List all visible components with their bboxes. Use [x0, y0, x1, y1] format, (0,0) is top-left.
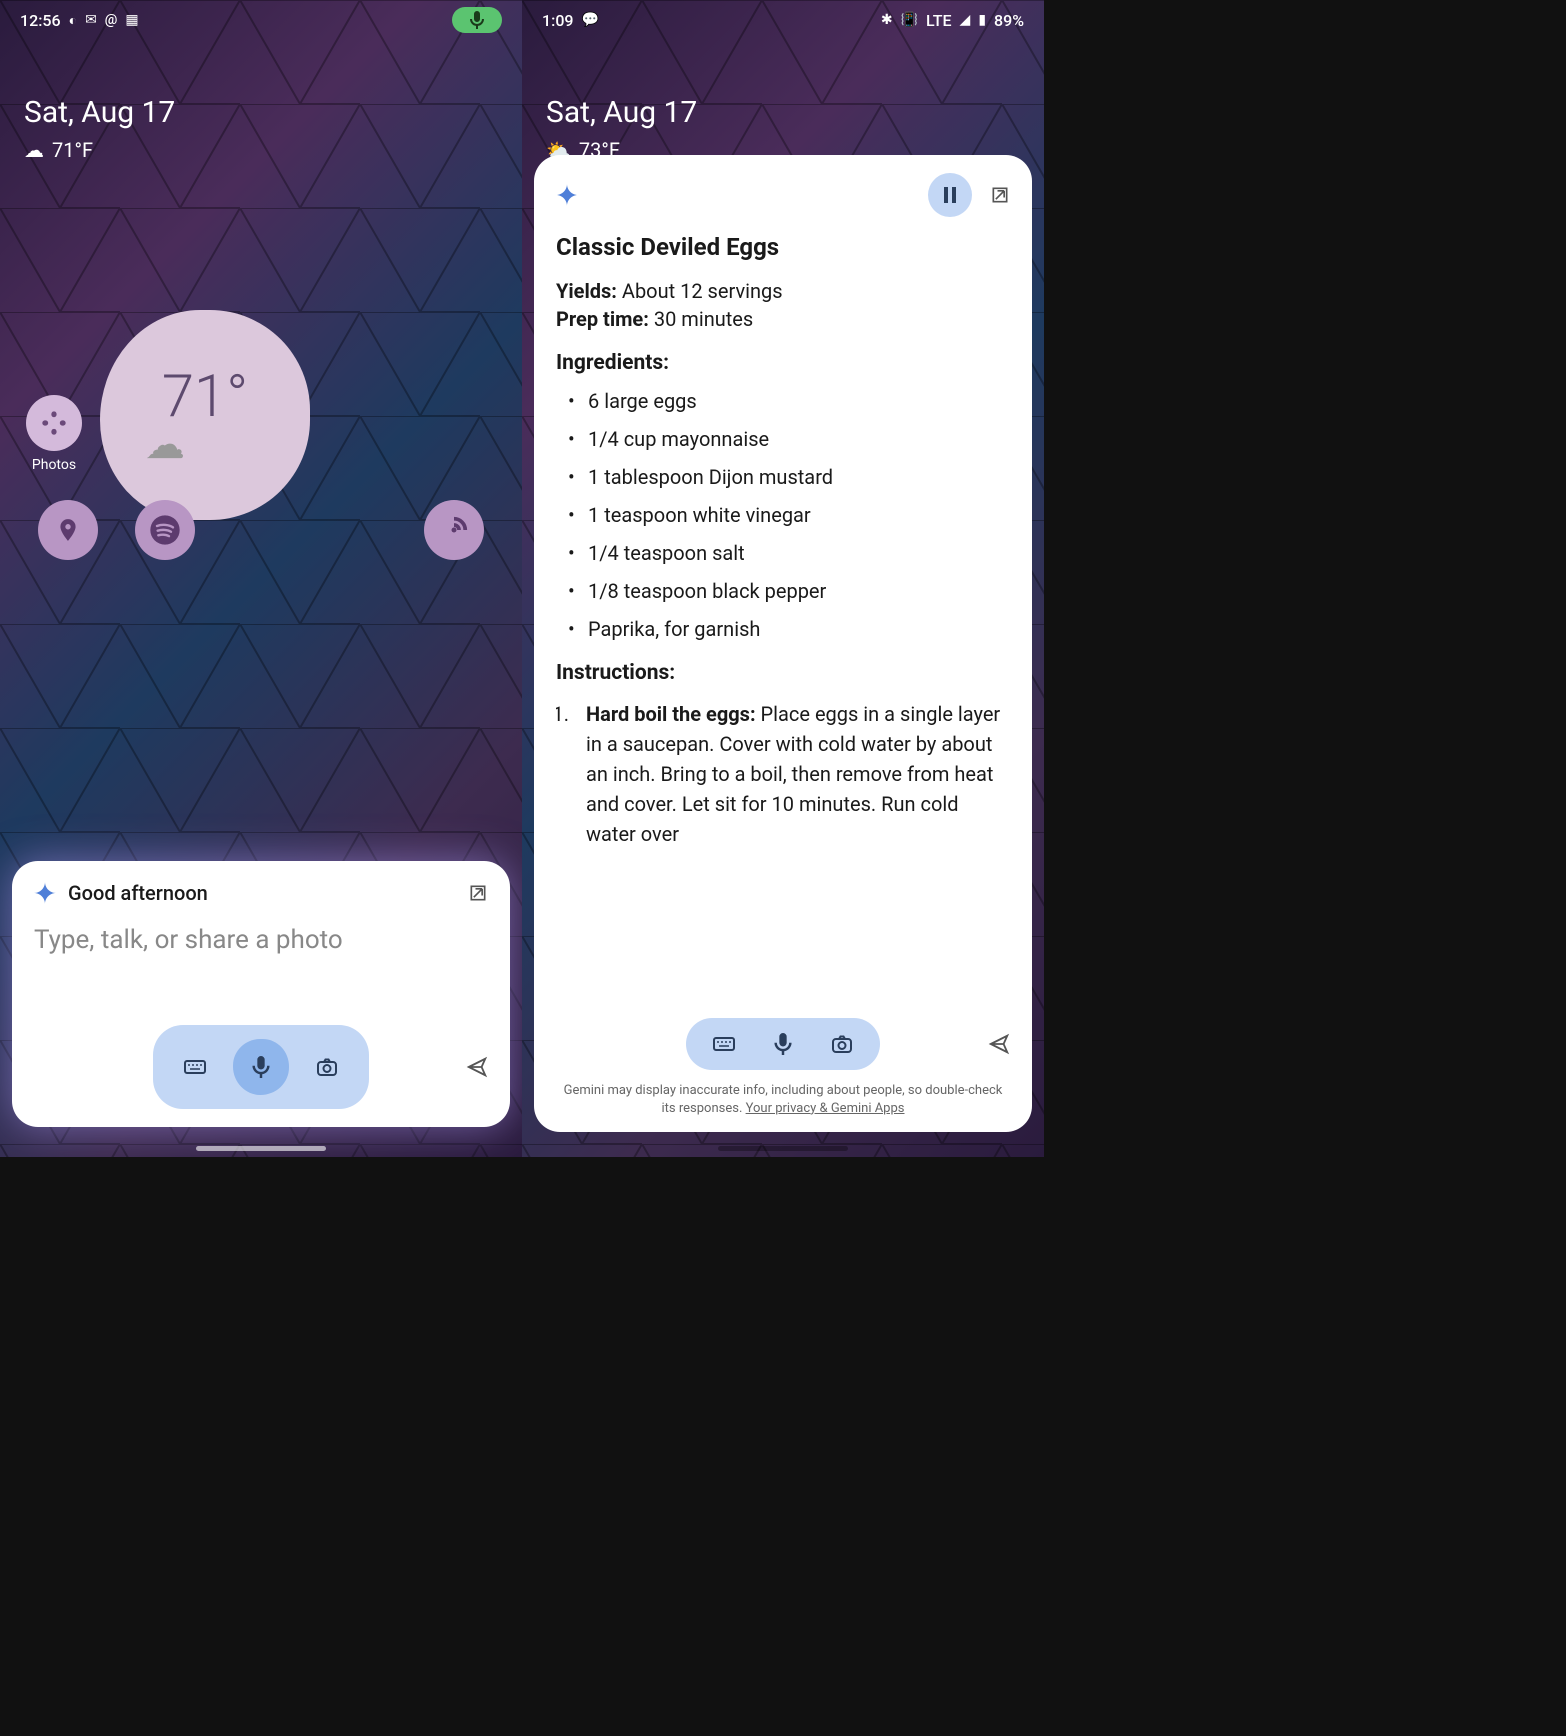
- mic-active-pill[interactable]: [452, 7, 502, 33]
- voice-input-button[interactable]: [233, 1039, 289, 1095]
- ingredient-item: Paprika, for garnish: [568, 617, 1010, 641]
- ingredient-item: 1 teaspoon white vinegar: [568, 503, 1010, 527]
- ingredients-heading: Ingredients:: [556, 351, 1010, 375]
- bluetooth-icon: ✱: [881, 12, 893, 28]
- spotify-app-icon[interactable]: [135, 500, 195, 560]
- keyboard-icon[interactable]: [712, 1032, 736, 1056]
- open-external-icon[interactable]: [990, 185, 1010, 205]
- gemini-spark-icon: [34, 882, 56, 904]
- instruction-step: Hard boil the eggs: Place eggs in a sing…: [574, 699, 1010, 849]
- date: Sat, Aug 17: [24, 95, 175, 130]
- radial-icon: [439, 515, 469, 545]
- pause-icon: [943, 187, 957, 203]
- response-header: [556, 173, 1010, 217]
- ingredient-list: 6 large eggs 1/4 cup mayonnaise 1 tables…: [556, 389, 1010, 641]
- instructions-heading: Instructions:: [556, 661, 1010, 685]
- status-right: ✱ 📳 LTE ◢ ▮ 89%: [881, 11, 1024, 30]
- news-icon: ▦: [125, 12, 138, 28]
- screen-home: 12:56 ◐ ✉ @ ▦ Sat, Aug 17 ☁ 71°F Photos …: [0, 0, 522, 1157]
- cloud-icon: ☁: [145, 421, 185, 468]
- instruction-list: Hard boil the eggs: Place eggs in a sing…: [556, 699, 1010, 849]
- vibrate-icon: 📳: [901, 12, 918, 28]
- prep-line: Prep time: 30 minutes: [556, 307, 1010, 331]
- send-icon[interactable]: [466, 1056, 488, 1078]
- battery-percent: 89%: [994, 11, 1024, 30]
- status-right: [452, 7, 502, 33]
- privacy-link[interactable]: Your privacy & Gemini Apps: [746, 1101, 905, 1116]
- gemini-header: Good afternoon: [34, 881, 488, 905]
- camera-icon[interactable]: [315, 1055, 339, 1079]
- recipe-body[interactable]: Classic Deviled Eggs Yields: About 12 se…: [556, 233, 1010, 1008]
- pause-button[interactable]: [928, 173, 972, 217]
- keyboard-icon[interactable]: [183, 1055, 207, 1079]
- weather-widget-large[interactable]: 71° ☁: [100, 310, 310, 520]
- battery-icon: ▮: [978, 12, 986, 28]
- pocketcasts-app-icon[interactable]: [424, 500, 484, 560]
- clock: 12:56: [20, 11, 61, 30]
- ingredient-item: 1/4 cup mayonnaise: [568, 427, 1010, 451]
- cloud-icon: ☁: [24, 138, 44, 162]
- input-placeholder[interactable]: Type, talk, or share a photo: [34, 925, 488, 955]
- dock-spacer: [327, 500, 387, 560]
- status-left: 1:09 💬: [542, 11, 599, 30]
- status-bar: 1:09 💬 ✱ 📳 LTE ◢ ▮ 89%: [522, 0, 1044, 40]
- screen-recipe: 1:09 💬 ✱ 📳 LTE ◢ ▮ 89% Sat, Aug 17 ⛅ 73°…: [522, 0, 1044, 1157]
- photos-icon-circle: [26, 395, 82, 451]
- bottom-controls: [556, 1018, 1010, 1070]
- yields-value: About 12 servings: [622, 279, 783, 303]
- control-pill: [686, 1018, 880, 1070]
- prep-label: Prep time:: [556, 307, 649, 331]
- ingredient-item: 6 large eggs: [568, 389, 1010, 413]
- chat-icon: 💬: [582, 12, 599, 28]
- spotify-icon: [149, 514, 181, 546]
- network-type: LTE: [926, 11, 951, 30]
- ingredient-item: 1/4 teaspoon salt: [568, 541, 1010, 565]
- ingredient-item: 1/8 teaspoon black pepper: [568, 579, 1010, 603]
- pinwheel-icon: [40, 409, 68, 437]
- maps-app-icon[interactable]: [38, 500, 98, 560]
- gemini-controls: [34, 1025, 488, 1109]
- disclaimer: Gemini may display inaccurate info, incl…: [556, 1082, 1010, 1118]
- greeting-text: Good afternoon: [68, 881, 456, 905]
- microphone-icon[interactable]: [774, 1033, 792, 1055]
- signal-icon: ◢: [960, 12, 971, 28]
- nav-handle[interactable]: [196, 1146, 326, 1151]
- step-title: Hard boil the eggs:: [586, 702, 756, 726]
- status-bar: 12:56 ◐ ✉ @ ▦: [0, 0, 522, 40]
- microphone-icon: [470, 11, 484, 29]
- weather-summary: ☁ 71°F: [24, 138, 175, 162]
- temperature: 71°F: [52, 138, 93, 162]
- clock: 1:09: [542, 11, 574, 30]
- dock: [0, 500, 522, 560]
- send-icon[interactable]: [988, 1033, 1010, 1055]
- control-pill: [153, 1025, 369, 1109]
- yields-line: Yields: About 12 servings: [556, 279, 1010, 303]
- prep-value: 30 minutes: [654, 307, 753, 331]
- ingredient-item: 1 tablespoon Dijon mustard: [568, 465, 1010, 489]
- nav-handle[interactable]: [718, 1146, 848, 1151]
- microphone-icon: [252, 1056, 270, 1078]
- threads-icon: @: [105, 12, 118, 28]
- recipe-title: Classic Deviled Eggs: [556, 233, 1010, 261]
- photos-label: Photos: [26, 457, 82, 473]
- yields-label: Yields:: [556, 279, 617, 303]
- status-left: 12:56 ◐ ✉ @ ▦: [20, 11, 139, 30]
- pin-icon: [55, 517, 81, 543]
- gemini-response-card: Classic Deviled Eggs Yields: About 12 se…: [534, 155, 1032, 1132]
- date-weather-widget[interactable]: Sat, Aug 17 ☁ 71°F: [24, 95, 175, 162]
- dock-spacer: [231, 500, 291, 560]
- gemini-assistant-card: Good afternoon Type, talk, or share a ph…: [12, 861, 510, 1127]
- date: Sat, Aug 17: [546, 95, 697, 130]
- discord-icon: ◐: [69, 12, 77, 29]
- open-external-icon[interactable]: [468, 883, 488, 903]
- date-weather-widget[interactable]: Sat, Aug 17 ⛅ 73°F: [546, 95, 697, 162]
- camera-icon[interactable]: [830, 1032, 854, 1056]
- gemini-spark-icon: [556, 184, 578, 206]
- photos-app[interactable]: Photos: [26, 395, 82, 473]
- mail-icon: ✉: [85, 12, 97, 28]
